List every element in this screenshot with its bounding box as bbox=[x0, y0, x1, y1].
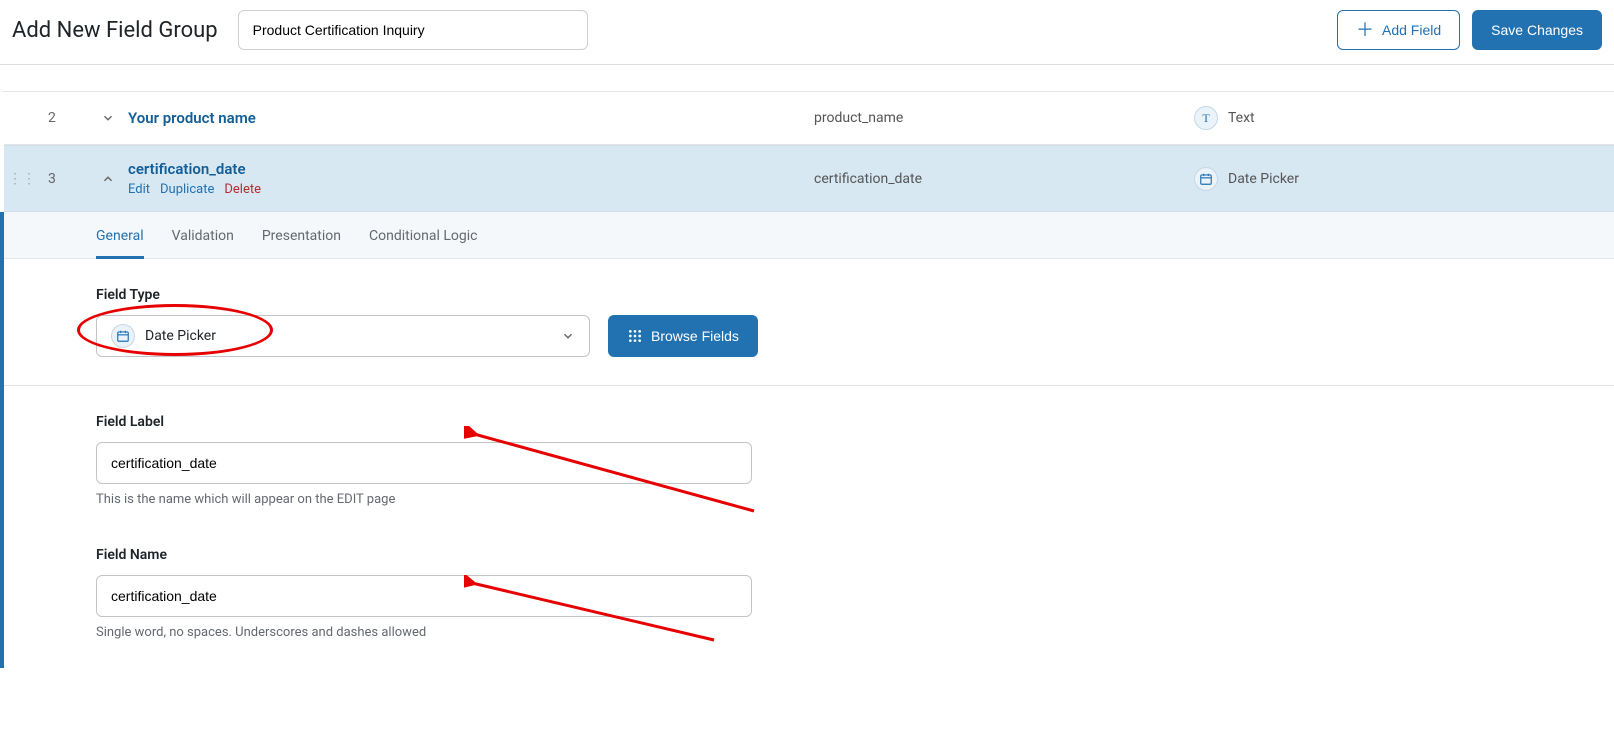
page-header: Add New Field Group ＋ Add Field Save Cha… bbox=[0, 0, 1614, 65]
row-actions: Edit Duplicate Delete bbox=[128, 182, 814, 197]
field-type-col: T Text bbox=[1194, 106, 1614, 130]
field-name: product_name bbox=[814, 110, 1194, 126]
field-row[interactable]: ⋮⋮ 3 certification_date Edit Duplicate D… bbox=[4, 145, 1614, 212]
field-label-link[interactable]: certification_date bbox=[128, 160, 814, 178]
fields-list: ⋮⋮ 2 Your product name product_name T Te… bbox=[0, 91, 1614, 212]
edit-action[interactable]: Edit bbox=[128, 182, 150, 197]
setting-field-label: Field Label This is the name which will … bbox=[4, 386, 1614, 535]
date-picker-type-icon bbox=[111, 324, 135, 348]
save-changes-button[interactable]: Save Changes bbox=[1472, 10, 1602, 50]
header-right: ＋ Add Field Save Changes bbox=[1337, 10, 1602, 50]
field-type-heading: Field Type bbox=[96, 287, 1614, 303]
field-name-hint: Single word, no spaces. Underscores and … bbox=[96, 625, 1614, 640]
field-type-label: Date Picker bbox=[1228, 171, 1299, 187]
page-title: Add New Field Group bbox=[12, 18, 218, 43]
field-name-heading: Field Name bbox=[96, 547, 1614, 563]
header-left: Add New Field Group bbox=[12, 10, 588, 50]
date-picker-type-icon bbox=[1194, 167, 1218, 191]
chevron-down-icon bbox=[561, 329, 575, 343]
chevron-up-icon bbox=[101, 172, 115, 186]
field-type-label: Text bbox=[1228, 110, 1255, 126]
field-type-select[interactable]: Date Picker bbox=[96, 315, 590, 357]
expand-toggle[interactable] bbox=[88, 111, 128, 125]
field-name: certification_date bbox=[814, 171, 1194, 187]
field-row[interactable]: ⋮⋮ 2 Your product name product_name T Te… bbox=[4, 92, 1614, 145]
plus-icon: ＋ bbox=[1356, 21, 1374, 39]
setting-field-type: Field Type Date Picker Browse Fields bbox=[4, 259, 1614, 386]
field-type-row: Date Picker Browse Fields bbox=[96, 315, 1614, 357]
tab-validation[interactable]: Validation bbox=[172, 212, 234, 258]
field-label-heading: Field Label bbox=[96, 414, 1614, 430]
group-title-input[interactable] bbox=[238, 10, 588, 50]
tab-general[interactable]: General bbox=[96, 212, 144, 258]
add-field-label: Add Field bbox=[1382, 22, 1441, 38]
field-type-col: Date Picker bbox=[1194, 167, 1614, 191]
setting-field-name: Field Name Single word, no spaces. Under… bbox=[4, 535, 1614, 668]
settings-tabs: General Validation Presentation Conditio… bbox=[4, 212, 1614, 259]
browse-fields-button[interactable]: Browse Fields bbox=[608, 315, 758, 357]
field-index: 2 bbox=[40, 110, 88, 126]
field-label-input[interactable] bbox=[96, 442, 752, 484]
text-type-icon: T bbox=[1194, 106, 1218, 130]
chevron-down-icon bbox=[101, 111, 115, 125]
field-label-hint: This is the name which will appear on th… bbox=[96, 492, 1614, 507]
collapse-toggle[interactable] bbox=[88, 172, 128, 186]
browse-fields-label: Browse Fields bbox=[651, 328, 739, 344]
field-label-col: Your product name bbox=[128, 109, 814, 127]
save-changes-label: Save Changes bbox=[1491, 22, 1583, 38]
tab-conditional-logic[interactable]: Conditional Logic bbox=[369, 212, 477, 258]
field-label-link[interactable]: Your product name bbox=[128, 109, 814, 127]
delete-action[interactable]: Delete bbox=[224, 182, 261, 197]
field-index: 3 bbox=[40, 171, 88, 187]
duplicate-action[interactable]: Duplicate bbox=[160, 182, 214, 197]
field-label-col: certification_date Edit Duplicate Delete bbox=[128, 160, 814, 197]
field-type-value: Date Picker bbox=[145, 328, 216, 344]
grid-icon bbox=[627, 328, 643, 344]
tab-presentation[interactable]: Presentation bbox=[262, 212, 341, 258]
drag-handle-icon[interactable]: ⋮⋮ bbox=[4, 171, 40, 187]
field-editor: General Validation Presentation Conditio… bbox=[0, 212, 1614, 668]
field-name-input[interactable] bbox=[96, 575, 752, 617]
add-field-button[interactable]: ＋ Add Field bbox=[1337, 10, 1460, 50]
